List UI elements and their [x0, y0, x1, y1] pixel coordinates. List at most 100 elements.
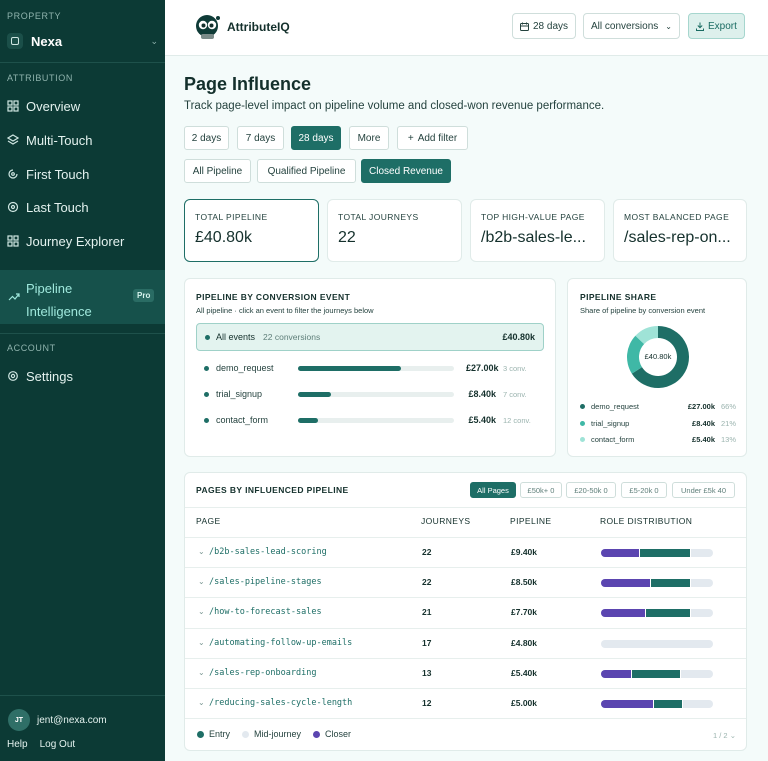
event-bar — [298, 417, 319, 423]
kpi-total-pipeline[interactable]: TOTAL PIPELINE £40.80k — [184, 199, 319, 262]
role-distribution-bar — [601, 640, 713, 648]
range-chip-7-days[interactable]: 7 days — [237, 126, 284, 150]
help-link[interactable]: Help — [7, 739, 28, 750]
user-profile[interactable]: JT jent@nexa.com — [8, 709, 107, 731]
role-segment-entry — [601, 579, 652, 587]
conversions-select-label: All conversions — [591, 20, 659, 32]
trending-icon — [8, 293, 20, 301]
chevron-down-icon[interactable]: ⌄ — [198, 577, 205, 586]
add-filter-button[interactable]: + Add filter — [397, 126, 468, 150]
sidebar-footer-links: Help Log Out — [7, 739, 75, 750]
robot-logo-icon — [196, 15, 220, 39]
all-events-row[interactable]: All events 22 conversions £40.80k — [196, 323, 544, 351]
sidebar-item-first-touch[interactable]: First Touch — [7, 162, 158, 186]
role-distribution-bar — [601, 579, 713, 587]
table-row[interactable]: ⌄ /automating-follow-up-emails 17 £4.80k — [185, 628, 746, 658]
table-row[interactable]: ⌄ /how-to-forecast-sales 21 £7.70k — [185, 597, 746, 627]
account-label: ACCOUNT — [7, 343, 56, 353]
table-row[interactable]: ⌄ /reducing-sales-cycle-length 12 £5.00k — [185, 688, 746, 718]
kpi-top-high-value-page[interactable]: TOP HIGH-VALUE PAGE /b2b-sales-le... — [470, 199, 605, 262]
range-chip-2-days[interactable]: 2 days — [184, 126, 229, 150]
sidebar-item-multi-touch[interactable]: Multi-Touch — [7, 128, 158, 152]
pipeline-value: £5.00k — [511, 698, 537, 708]
role-segment-entry — [601, 549, 641, 557]
download-icon — [696, 22, 704, 31]
segment-20-50k[interactable]: £20-50k 0 — [566, 482, 616, 498]
page-subtitle: Track page-level impact on pipeline volu… — [184, 100, 605, 112]
event-row-trial-signup[interactable]: trial_signup £8.40k 7 conv. — [204, 387, 544, 401]
segment-under-5k[interactable]: Under £5k 40 — [672, 482, 735, 498]
kpi-total-journeys[interactable]: TOTAL JOURNEYS 22 — [327, 199, 462, 262]
plus-icon: + — [407, 132, 414, 144]
legend-name: demo_request — [591, 401, 639, 411]
sidebar-item-journey-explorer[interactable]: Journey Explorer — [7, 229, 158, 253]
event-conversions: 7 conv. — [503, 389, 527, 399]
table-row[interactable]: ⌄ /sales-pipeline-stages 22 £8.50k — [185, 567, 746, 597]
event-value: £5.40k — [468, 415, 496, 425]
chevron-down-icon[interactable]: ⌄ — [198, 698, 205, 707]
date-range-button[interactable]: 28 days — [512, 13, 577, 39]
page-path: /b2b-sales-lead-scoring — [209, 547, 327, 557]
event-conversions: 12 conv. — [503, 415, 531, 425]
role-distribution-bar — [601, 609, 713, 617]
role-segment-entry — [601, 700, 654, 708]
range-chip-28-days[interactable]: 28 days — [291, 126, 341, 150]
kpi-most-balanced-page[interactable]: MOST BALANCED PAGE /sales-rep-on... — [613, 199, 747, 262]
event-row-contact-form[interactable]: contact_form £5.40k 12 conv. — [204, 413, 544, 427]
add-filter-label: Add filter — [417, 132, 458, 144]
kpi-value: /b2b-sales-le... — [481, 229, 586, 246]
brand-logo[interactable]: AttributeIQ — [193, 13, 290, 41]
share-legend-item: contact_form £5.40k 13% — [580, 433, 738, 445]
page-path: /how-to-forecast-sales — [209, 607, 322, 617]
share-legend-item: trial_signup £8.40k 21% — [580, 417, 738, 429]
property-switcher[interactable]: Nexa ⌄ — [7, 30, 158, 52]
conversions-select[interactable]: All conversions ⌄ — [583, 13, 680, 39]
chevron-down-icon[interactable]: ⌄ — [198, 607, 205, 616]
kpi-label: TOTAL PIPELINE — [195, 212, 268, 222]
segment-5-20k[interactable]: £5-20k 0 — [621, 482, 667, 498]
segment-50k-plus[interactable]: £50k+ 0 — [520, 482, 562, 498]
property-label: PROPERTY — [7, 11, 62, 21]
all-events-count: 22 conversions — [263, 332, 321, 342]
pagination[interactable]: 1 / 2 ⌄ — [713, 731, 736, 740]
user-email: jent@nexa.com — [37, 714, 107, 726]
legend-value: £5.40k — [692, 434, 715, 444]
chevron-down-icon: ⌄ — [729, 731, 736, 740]
table-row[interactable]: ⌄ /b2b-sales-lead-scoring 22 £9.40k — [185, 537, 746, 567]
logout-link[interactable]: Log Out — [40, 739, 76, 750]
sidebar-item-settings[interactable]: Settings — [7, 364, 158, 388]
range-chip-more[interactable]: More — [349, 126, 389, 150]
view-chip-all-pipeline[interactable]: All Pipeline — [184, 159, 251, 183]
column-header-journeys[interactable]: JOURNEYS — [421, 516, 471, 526]
segment-all-pages[interactable]: All Pages — [470, 482, 516, 498]
chevron-down-icon[interactable]: ⌄ — [198, 547, 205, 556]
view-chip-closed-revenue[interactable]: Closed Revenue — [361, 159, 451, 183]
event-value: £27.00k — [466, 363, 499, 373]
legend-percent: 13% — [721, 434, 737, 444]
event-bar-track — [298, 391, 454, 397]
sidebar-item-label: Last Touch — [26, 199, 89, 215]
journeys-value: 17 — [422, 638, 432, 648]
event-value: £8.40k — [468, 389, 496, 399]
sidebar-item-last-touch[interactable]: Last Touch — [7, 195, 158, 219]
all-events-label: All events — [216, 332, 256, 342]
column-header-page[interactable]: PAGE — [196, 516, 221, 526]
top-bar: AttributeIQ 28 days All conversions ⌄ Ex… — [165, 0, 768, 56]
sidebar-divider — [0, 333, 165, 334]
table-title: PAGES BY INFLUENCED PIPELINE — [196, 485, 349, 495]
view-chip-qualified-pipeline[interactable]: Qualified Pipeline — [257, 159, 356, 183]
chevron-down-icon[interactable]: ⌄ — [198, 638, 205, 647]
sidebar-item-pipeline-intelligence[interactable]: Pipeline Intelligence Pro — [0, 270, 165, 324]
column-header-pipeline[interactable]: PIPELINE — [510, 516, 551, 526]
kpi-label: TOTAL JOURNEYS — [338, 212, 419, 222]
table-divider — [185, 507, 746, 508]
event-row-demo-request[interactable]: demo_request £27.00k 3 conv. — [204, 361, 544, 375]
sidebar-item-overview[interactable]: Overview — [7, 94, 158, 118]
pipeline-value: £5.40k — [511, 668, 537, 678]
table-row[interactable]: ⌄ /sales-rep-onboarding 13 £5.40k — [185, 658, 746, 688]
legend-value: £8.40k — [692, 418, 715, 428]
event-name: contact_form — [216, 415, 269, 425]
export-button[interactable]: Export — [688, 13, 745, 39]
chevron-down-icon[interactable]: ⌄ — [198, 668, 205, 677]
event-bar — [298, 365, 401, 371]
